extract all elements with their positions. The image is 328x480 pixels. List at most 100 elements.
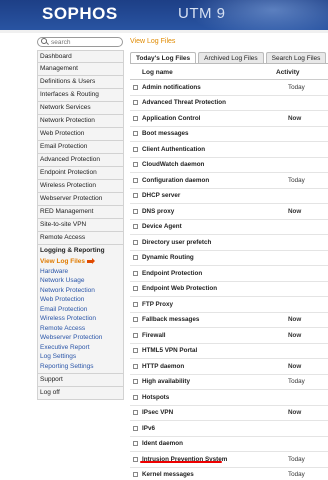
log-name-link[interactable]: Ident daemon (142, 440, 262, 447)
sidebar-item-site-to-site-vpn[interactable]: Site-to-site VPN (37, 219, 124, 232)
log-name-link[interactable]: Kernel messages (142, 471, 262, 478)
row-checkbox[interactable] (133, 115, 138, 121)
row-checkbox[interactable] (133, 239, 138, 245)
sidebar-item-management[interactable]: Management (37, 63, 124, 76)
log-name-link[interactable]: Device Agent (142, 223, 262, 230)
sidebar-item-wireless-protection[interactable]: Wireless Protection (37, 180, 124, 193)
row-checkbox[interactable] (133, 332, 138, 338)
subitem-remote-access[interactable]: Remote Access (38, 324, 123, 334)
row-checkbox[interactable] (133, 472, 138, 478)
sidebar-item-web-protection[interactable]: Web Protection (37, 128, 124, 141)
log-name-link[interactable]: DHCP server (142, 192, 262, 199)
sidebar-group-logging-reporting: Logging & Reporting View Log Files Hardw… (37, 245, 124, 374)
log-name-link[interactable]: Endpoint Web Protection (142, 285, 262, 292)
row-checkbox[interactable] (133, 224, 138, 230)
log-name-link[interactable]: Client Authentication (142, 146, 262, 153)
row-checkbox[interactable] (133, 379, 138, 385)
tab-divider (130, 63, 328, 64)
subitem-view-log-files[interactable]: View Log Files (38, 257, 123, 267)
breadcrumb: View Log Files (130, 38, 176, 45)
subitem-log-settings[interactable]: Log Settings (38, 352, 123, 362)
subitem-network-usage[interactable]: Network Usage (38, 276, 123, 286)
log-name-link[interactable]: Boot messages (142, 130, 262, 137)
sidebar-item-log-off[interactable]: Log off (37, 387, 124, 400)
table-row: DHCP server (130, 189, 328, 204)
table-row: Hotspots (130, 390, 328, 406)
table-row: Admin notifications Today (130, 80, 328, 96)
activity-cell: Now (288, 316, 302, 324)
log-name-link[interactable]: CloudWatch daemon (142, 161, 262, 168)
sidebar-item-webserver-protection[interactable]: Webserver Protection (37, 193, 124, 206)
row-checkbox[interactable] (133, 425, 138, 431)
subitem-email-protection[interactable]: Email Protection (38, 305, 123, 315)
log-name-link[interactable]: Configuration daemon (142, 177, 262, 184)
table-row: Endpoint Protection (130, 266, 328, 282)
sidebar-item-definitions-users[interactable]: Definitions & Users (37, 76, 124, 89)
sidebar-item-network-services[interactable]: Network Services (37, 102, 124, 115)
sidebar-item-interfaces-routing[interactable]: Interfaces & Routing (37, 89, 124, 102)
row-checkbox[interactable] (133, 441, 138, 447)
table-row: IPsec VPN Now (130, 406, 328, 421)
log-name-link[interactable]: FTP Proxy (142, 301, 262, 308)
subitem-reporting-settings[interactable]: Reporting Settings (38, 362, 123, 372)
row-checkbox[interactable] (133, 363, 138, 369)
sidebar-item-support[interactable]: Support (37, 374, 124, 387)
log-name-link[interactable]: HTTP daemon (142, 363, 262, 370)
sidebar-item-dashboard[interactable]: Dashboard (37, 50, 124, 63)
log-name-link[interactable]: Application Control (142, 115, 262, 122)
subitem-wireless-protection[interactable]: Wireless Protection (38, 314, 123, 324)
row-checkbox[interactable] (133, 410, 138, 416)
row-checkbox[interactable] (133, 84, 138, 90)
search-box[interactable] (37, 37, 123, 47)
row-checkbox[interactable] (133, 255, 138, 261)
activity-cell: Today (288, 455, 305, 463)
activity-cell: Today (288, 378, 305, 386)
row-checkbox[interactable] (133, 100, 138, 106)
row-checkbox[interactable] (133, 270, 138, 276)
table-body: Admin notifications Today Advanced Threat … (130, 80, 328, 480)
row-checkbox[interactable] (133, 394, 138, 400)
row-checkbox[interactable] (133, 301, 138, 307)
subitem-hardware[interactable]: Hardware (38, 267, 123, 277)
log-name-link[interactable]: Advanced Threat Protection (142, 99, 262, 106)
row-checkbox[interactable] (133, 162, 138, 168)
log-name-link[interactable]: Dynamic Routing (142, 254, 262, 261)
subitem-network-protection[interactable]: Network Protection (38, 286, 123, 296)
log-name-link[interactable]: Admin notifications (142, 84, 262, 91)
row-checkbox[interactable] (133, 208, 138, 214)
log-name-link[interactable]: DNS proxy (142, 208, 262, 215)
row-checkbox[interactable] (133, 317, 138, 323)
subitem-executive-report[interactable]: Executive Report (38, 343, 123, 353)
log-name-link[interactable]: IPv6 (142, 425, 262, 432)
activity-cell: Today (288, 176, 305, 184)
sidebar-item-advanced-protection[interactable]: Advanced Protection (37, 154, 124, 167)
sidebar-item-remote-access[interactable]: Remote Access (37, 232, 124, 245)
log-name-link[interactable]: IPsec VPN (142, 409, 262, 416)
sidebar-item-endpoint-protection[interactable]: Endpoint Protection (37, 167, 124, 180)
search-input[interactable] (51, 38, 121, 46)
row-checkbox[interactable] (133, 146, 138, 152)
subitem-web-protection[interactable]: Web Protection (38, 295, 123, 305)
row-checkbox[interactable] (133, 193, 138, 199)
log-name-link[interactable]: Endpoint Protection (142, 270, 262, 277)
sidebar-item-network-protection[interactable]: Network Protection (37, 115, 124, 128)
row-checkbox[interactable] (133, 286, 138, 292)
log-name-link[interactable]: High availability (142, 378, 262, 385)
row-checkbox[interactable] (133, 456, 138, 462)
log-table: Log name Activity Admin notifications Tod… (130, 66, 328, 480)
subitem-webserver-protection[interactable]: Webserver Protection (38, 333, 123, 343)
table-row: Firewall Now (130, 328, 328, 344)
log-name-link[interactable]: HTML5 VPN Portal (142, 347, 262, 354)
log-name-link[interactable]: Hotspots (142, 394, 262, 401)
log-name-link[interactable]: Directory user prefetch (142, 239, 262, 246)
table-row: CloudWatch daemon (130, 158, 328, 173)
log-name-link[interactable]: Fallback messages (142, 316, 262, 323)
column-header-log-name: Log name (142, 69, 173, 76)
log-name-link[interactable]: Firewall (142, 332, 262, 339)
row-checkbox[interactable] (133, 348, 138, 354)
sidebar-item-email-protection[interactable]: Email Protection (37, 141, 124, 154)
row-checkbox[interactable] (133, 131, 138, 137)
sidebar-item-red-management[interactable]: RED Management (37, 206, 124, 219)
row-checkbox[interactable] (133, 177, 138, 183)
sidebar-group-title[interactable]: Logging & Reporting (38, 245, 123, 257)
